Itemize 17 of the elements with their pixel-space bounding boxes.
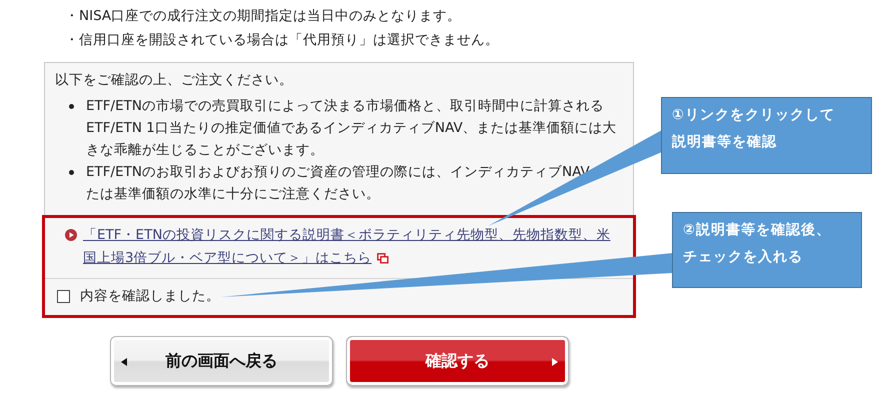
confirm-button[interactable]: 確認する: [346, 336, 569, 386]
bullet-icon: [69, 104, 74, 109]
document-link[interactable]: 「ETF・ETNの投資リスクに関する説明書＜ボラティリティ先物型、先物指数型、米 国上場3倍ブル・ベア型について＞」はこちら: [83, 224, 610, 270]
note-text: ・NISA口座での成行注文の期間指定は当日中のみとなります。: [65, 7, 462, 26]
callout: ②説明書等を確認後、 チェックを入れる: [672, 212, 862, 288]
bullet-text: ETF/ETNの市場での売買取引によって決まる市場価格と、取引時間中に計算される ETF/ETN 1口当たりの推定価値であるインディカティブNAV、または基準価額には大 きな乖離が生じることがございます。: [86, 97, 617, 160]
checkbox-label[interactable]: 内容を確認しました。: [80, 287, 220, 305]
back-button[interactable]: 前の画面へ戻る: [110, 336, 333, 386]
bullet-icon: [69, 170, 74, 175]
note-text: ・信用口座を開設されている場合は「代用預り」は選択できません。: [65, 31, 499, 50]
external-window-icon[interactable]: [376, 253, 389, 264]
caret-right-icon: [552, 358, 558, 366]
play-icon: [65, 229, 77, 241]
checkbox[interactable]: [57, 290, 70, 302]
instruction-text: 以下をご確認の上、ご注文ください。: [55, 71, 293, 89]
callout: ①リンクをクリックして 説明書等を確認: [661, 97, 872, 174]
caret-left-icon: [121, 358, 127, 366]
